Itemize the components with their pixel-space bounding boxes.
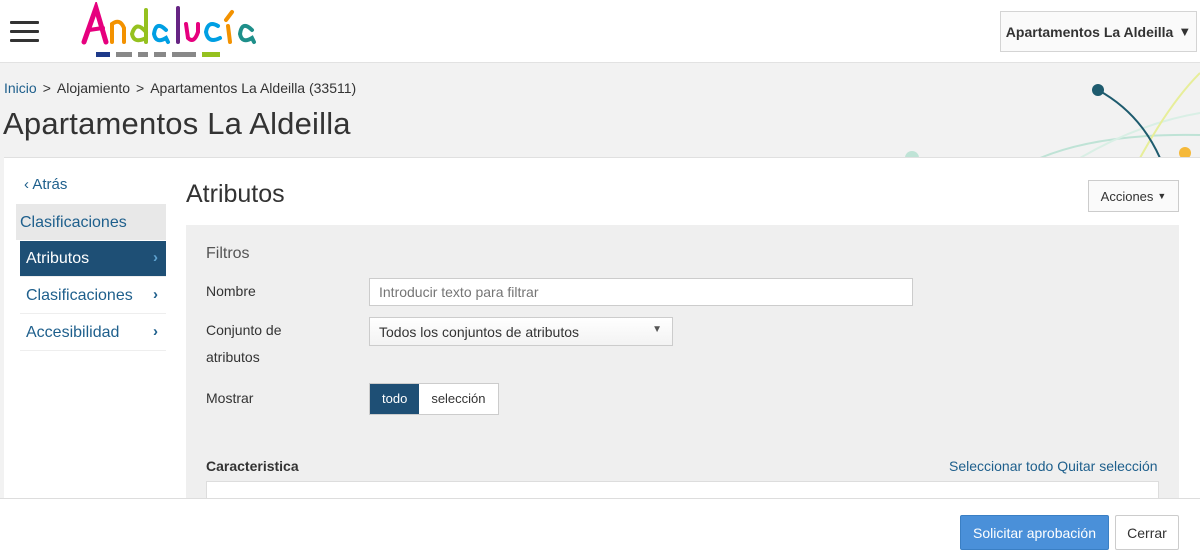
eu-flag-icon (96, 52, 110, 57)
name-label: Nombre (206, 283, 256, 299)
logo-partners-strip (96, 52, 220, 57)
selection-links: Seleccionar todo Quitar selección (949, 458, 1158, 474)
decorative-lines-icon (905, 72, 1200, 158)
show-all-toggle[interactable]: todo (370, 384, 420, 414)
breadcrumb-home-link[interactable]: Inicio (4, 80, 37, 96)
attribute-set-label: Conjunto de atributos (206, 317, 282, 371)
hotel-selector-label: Apartamentos La Aldeilla (1005, 23, 1174, 40)
caret-down-icon: ▼ (1178, 24, 1192, 39)
show-toggle-group: todo selección (369, 383, 499, 415)
logo-wordmark-image (81, 0, 256, 45)
back-link-label: Atrás (32, 176, 68, 193)
sidebar-group-clasificaciones: Clasificaciones (16, 204, 166, 240)
andalucia-logo[interactable] (80, 0, 260, 60)
characteristic-label: Caracteristica (206, 458, 299, 474)
section-title: Atributos (186, 180, 285, 208)
chevron-right-icon: › (153, 249, 158, 266)
attribute-set-select[interactable]: Todos los conjuntos de atributos ▼ (369, 317, 673, 346)
sidebar-item-accesibilidad[interactable]: Accesibilidad › (20, 315, 166, 351)
caret-down-icon: ▼ (1157, 191, 1167, 201)
actions-label: Acciones (1100, 188, 1154, 204)
filters-title: Filtros (206, 245, 250, 262)
breadcrumb: Inicio > Alojamiento > Apartamentos La Aldei… (4, 80, 356, 96)
show-selection-toggle[interactable]: selección (419, 384, 497, 414)
menu-icon[interactable] (10, 21, 39, 43)
attribute-set-label-line1: Conjunto de (206, 322, 282, 338)
clear-selection-link[interactable]: Quitar selección (1057, 458, 1157, 474)
sidebar-item-atributos[interactable]: Atributos › (20, 241, 166, 277)
show-label: Mostrar (206, 390, 254, 406)
chevron-right-icon: › (153, 323, 158, 340)
back-link[interactable]: ‹ Atrás (24, 176, 67, 193)
page-title: Apartamentos La Aldeilla (3, 106, 351, 141)
close-button[interactable]: Cerrar (1115, 515, 1179, 550)
top-bar: Apartamentos La Aldeilla ▼ (0, 0, 1200, 63)
breadcrumb-current: Apartamentos La Aldeilla (33511) (150, 80, 357, 96)
caret-down-icon: ▼ (652, 324, 662, 335)
request-approval-button[interactable]: Solicitar aprobación (960, 515, 1109, 550)
sidebar-item-clasificaciones[interactable]: Clasificaciones › (20, 278, 166, 314)
attribute-set-value: Todos los conjuntos de atributos (379, 324, 580, 340)
hotel-selector[interactable]: Apartamentos La Aldeilla ▼ (1000, 11, 1197, 52)
sidebar-item-label: Clasificaciones (26, 287, 133, 304)
actions-dropdown-button[interactable]: Acciones ▼ (1088, 180, 1179, 212)
breadcrumb-item-alojamiento[interactable]: Alojamiento (57, 80, 130, 96)
main-panel: ‹ Atrás Clasificaciones Atributos › Clas… (4, 157, 1200, 553)
sidebar-item-label: Accesibilidad (26, 324, 120, 341)
chevron-right-icon: › (153, 286, 158, 303)
select-all-link[interactable]: Seleccionar todo (949, 458, 1053, 474)
filters-panel: Filtros Nombre Conjunto de atributos Tod… (186, 225, 1179, 511)
footer-bar: Solicitar aprobación Cerrar (0, 498, 1200, 553)
sidebar-item-label: Atributos (26, 250, 90, 267)
name-filter-input[interactable] (369, 278, 913, 306)
breadcrumb-separator: > (42, 80, 51, 96)
attribute-set-label-line2: atributos (206, 349, 260, 365)
breadcrumb-separator: > (136, 80, 145, 96)
